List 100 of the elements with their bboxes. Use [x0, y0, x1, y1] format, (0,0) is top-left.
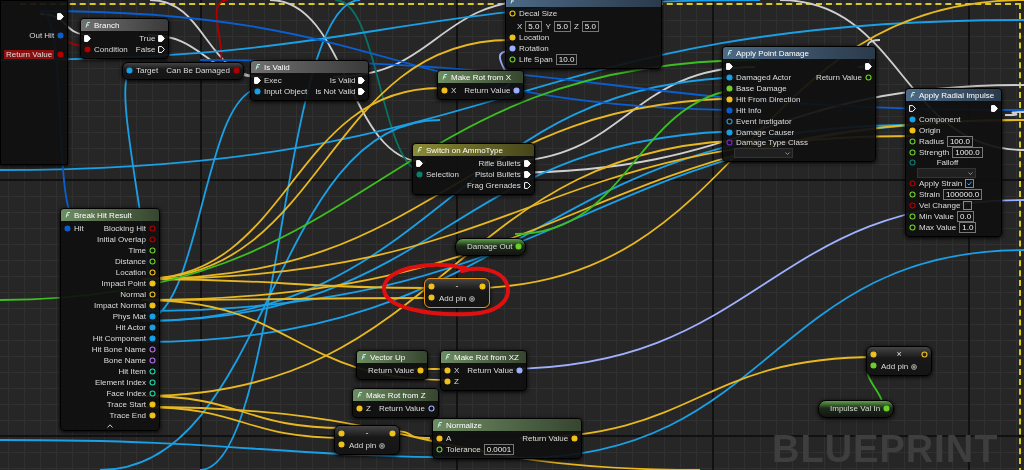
graph-node[interactable] — [60, 208, 161, 431]
pin-icon[interactable] — [870, 362, 877, 369]
value-field[interactable]: 10.0 — [555, 54, 578, 65]
pin-icon[interactable] — [428, 405, 435, 412]
graph-node[interactable]: Out Hit Return Value — [0, 0, 69, 165]
pin-icon[interactable] — [726, 74, 733, 81]
exec-pin-icon[interactable] — [158, 35, 166, 42]
exec-pin-icon[interactable] — [909, 105, 916, 112]
pin-label: Damage Type Class — [736, 138, 808, 147]
function-icon — [255, 64, 261, 70]
pin-icon[interactable] — [149, 379, 157, 386]
exec-pin-icon[interactable] — [254, 77, 261, 84]
exec-pin-icon[interactable] — [358, 88, 366, 95]
graph-node[interactable]: Apply Point Damage Damaged Actor Base Damage Hit From Direction Hit Info Event Instigator Damage Causer Damage Type Class Return Value — [722, 46, 876, 162]
pin-label: Damaged Actor — [736, 73, 792, 82]
pin-label: Strength — [919, 148, 950, 157]
checkbox[interactable] — [965, 179, 975, 188]
plus-circle-icon[interactable] — [911, 363, 918, 370]
pin-icon[interactable] — [149, 258, 157, 265]
pin-icon[interactable] — [149, 335, 157, 342]
graph-node[interactable]: Vector Up Return Value — [356, 350, 429, 380]
pin-icon[interactable] — [726, 118, 733, 125]
pin-icon[interactable] — [515, 243, 523, 250]
exec-pin-icon[interactable] — [158, 46, 166, 53]
function-icon — [445, 354, 451, 360]
exec-pin-icon[interactable] — [523, 182, 531, 189]
graph-node[interactable]: Switch on AmmoType Selection Rifle Bullets Pistol Bullets Frag Grenades — [412, 143, 535, 195]
node-title: Make Rot from X — [451, 72, 511, 82]
value-field[interactable]: 5.0 — [525, 21, 543, 32]
pin-icon[interactable] — [254, 88, 261, 95]
pin-label: Rotation — [519, 44, 549, 53]
pin-label: Tolerance — [446, 445, 481, 454]
exec-pin-icon[interactable] — [57, 13, 65, 20]
graph-node[interactable]: Branch Condition True False — [80, 18, 170, 59]
pin-icon[interactable] — [149, 346, 157, 353]
value-field[interactable]: 100.0 — [946, 136, 973, 147]
exec-pin-icon[interactable] — [865, 63, 872, 70]
pin-label: Component — [919, 115, 961, 124]
graph-node[interactable]: Decal Size X 5.0 Y 5.0 Z 5.0 Location Rotation Life Span 10.0 — [505, 0, 663, 69]
pin-label: Return Value — [378, 404, 425, 413]
graph-node[interactable]: Is Valid Exec Input Object Is Valid Is Not Valid — [250, 60, 370, 101]
graph-node[interactable]: Apply Radial Impulse Component Origin Radius 100.0 Strength 1000.0 Falloff Apply Strain Strain 100000.0 Vel Change Min Value 0.0 Max Value 1.0 — [905, 88, 1002, 237]
node-title: Branch — [94, 20, 120, 30]
value-field[interactable]: 0.0 — [957, 211, 975, 222]
value-field[interactable]: 100000.0 — [942, 189, 983, 200]
pin-label: Selection — [426, 170, 459, 179]
graph-node[interactable]: Impulse Val In — [818, 400, 895, 418]
exec-pin-icon[interactable] — [358, 77, 366, 84]
pin-icon[interactable] — [126, 67, 133, 74]
pin-icon[interactable] — [909, 224, 916, 231]
value-field[interactable]: 5.0 — [581, 21, 599, 32]
pin-icon[interactable] — [909, 149, 916, 156]
value-field[interactable]: 1.0 — [959, 222, 977, 233]
pin-icon[interactable] — [509, 45, 516, 52]
pin-label: Rifle Bullets — [478, 159, 521, 168]
pin-label: Base Damage — [736, 84, 787, 93]
pin-icon[interactable] — [149, 324, 157, 331]
pin-icon[interactable] — [149, 368, 157, 375]
graph-node[interactable]: Make Rot from Z Z Return Value — [352, 388, 439, 418]
pin-icon[interactable] — [516, 367, 524, 374]
checkbox[interactable] — [963, 201, 973, 210]
pin-icon[interactable] — [149, 390, 157, 397]
pin-icon[interactable] — [909, 116, 916, 123]
exec-pin-icon[interactable] — [990, 105, 998, 112]
graph-node[interactable]: Target Can Be Damaged — [122, 62, 244, 80]
graph-node[interactable]: × Add pin — [866, 346, 933, 376]
pin-icon[interactable] — [909, 138, 916, 145]
graph-node[interactable]: - Add pin — [424, 278, 491, 308]
exec-pin-icon[interactable] — [84, 35, 91, 42]
pin-icon[interactable] — [149, 357, 157, 364]
pin-icon[interactable] — [883, 405, 891, 412]
graph-node[interactable]: Make Rot from X X Return Value — [437, 70, 525, 100]
graph-node[interactable]: Normalize A Tolerance 0.0001 Return Value — [432, 418, 583, 459]
exec-pin-icon[interactable] — [416, 160, 423, 167]
pin-icon[interactable] — [509, 56, 516, 63]
pin-icon[interactable] — [149, 313, 157, 320]
add-pin-button[interactable]: Add pin — [439, 293, 476, 304]
exec-pin-icon[interactable] — [523, 160, 531, 167]
pin-icon[interactable] — [909, 191, 916, 198]
pin-icon[interactable] — [865, 74, 872, 81]
value-field[interactable]: 5.0 — [553, 21, 571, 32]
plus-circle-icon[interactable] — [469, 295, 476, 302]
plus-circle-icon[interactable] — [379, 442, 386, 449]
graph-node[interactable]: - Add pin — [334, 425, 401, 455]
add-pin-button[interactable]: Add pin — [881, 361, 918, 372]
pin-icon[interactable] — [149, 247, 157, 254]
graph-node[interactable]: Damage Out — [455, 238, 527, 256]
pin-icon[interactable] — [436, 446, 443, 453]
value-field[interactable]: 0.0001 — [483, 444, 515, 455]
pin-icon[interactable] — [726, 129, 733, 136]
pin-icon[interactable] — [513, 87, 521, 94]
exec-pin-icon[interactable] — [523, 171, 531, 178]
add-pin-button[interactable]: Add pin — [349, 440, 386, 451]
exec-pin-icon[interactable] — [726, 63, 733, 70]
node-title: Apply Point Damage — [736, 48, 809, 58]
pin-icon[interactable] — [726, 85, 733, 92]
graph-node[interactable]: Make Rot from XZ X Z Return Value — [440, 350, 528, 391]
function-icon — [437, 422, 443, 428]
pin-icon[interactable] — [909, 213, 916, 220]
value-field[interactable]: 1000.0 — [952, 147, 983, 158]
